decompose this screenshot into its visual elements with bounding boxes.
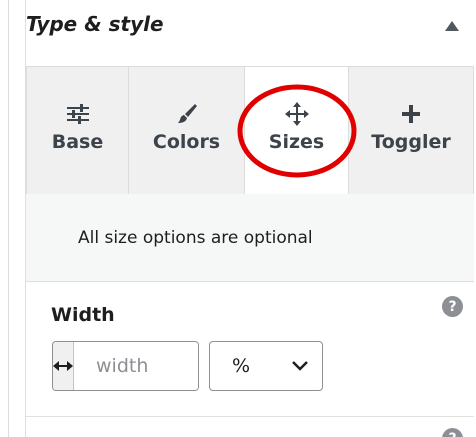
tab-colors[interactable]: Colors bbox=[129, 67, 245, 194]
tab-sizes[interactable]: Sizes bbox=[245, 67, 349, 196]
plus-icon bbox=[397, 101, 425, 127]
paintbrush-icon bbox=[173, 101, 201, 127]
divider bbox=[26, 416, 474, 417]
tab-label: Base bbox=[51, 131, 104, 153]
info-text: All size options are optional bbox=[78, 228, 313, 248]
style-tabs: Base Colors Sizes Toggler bbox=[26, 66, 474, 196]
unit-select[interactable]: % bbox=[209, 341, 323, 391]
width-input-group bbox=[52, 341, 199, 391]
left-edge-strip bbox=[0, 0, 9, 437]
tab-label: Toggler bbox=[371, 131, 451, 153]
tab-label: Colors bbox=[152, 131, 221, 153]
unit-select-value: % bbox=[232, 355, 251, 377]
chevron-down-icon bbox=[292, 361, 308, 371]
collapse-toggle-button[interactable] bbox=[440, 14, 464, 38]
info-row: All size options are optional bbox=[26, 194, 474, 282]
sliders-icon bbox=[64, 101, 92, 127]
triangle-up-icon bbox=[445, 21, 459, 31]
section-title: Type & style bbox=[26, 12, 164, 36]
move-arrows-icon bbox=[283, 101, 311, 127]
help-icon[interactable]: ? bbox=[442, 296, 463, 317]
tab-toggler[interactable]: Toggler bbox=[349, 67, 473, 194]
width-input[interactable] bbox=[74, 342, 198, 390]
horizontal-arrows-icon bbox=[53, 342, 74, 390]
tab-label: Sizes bbox=[268, 131, 325, 153]
width-label: Width bbox=[51, 304, 115, 326]
tab-base[interactable]: Base bbox=[27, 67, 129, 194]
